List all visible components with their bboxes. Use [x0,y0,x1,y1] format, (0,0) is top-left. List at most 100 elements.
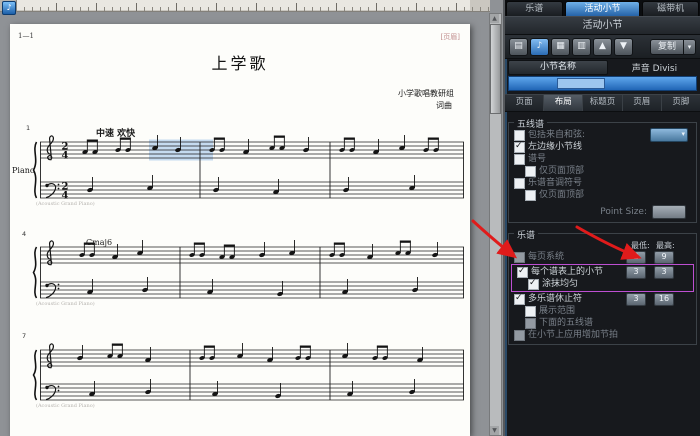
layout-subtab-bar: 页面 布局 标题页 页眉 页脚 [505,94,700,112]
tab-score[interactable]: 乐谱 [506,1,563,16]
system-brace [34,350,37,400]
checkbox[interactable] [514,330,525,341]
score-page: 2 4 2 4 [10,24,470,436]
notes[interactable] [79,240,439,297]
app-icon[interactable]: ♪ [2,1,16,15]
note-mode-button[interactable]: ♪ [530,38,549,56]
system-number-3: 7 [22,332,26,340]
notes[interactable] [77,343,424,399]
staff-lines [40,247,464,298]
score-system-1[interactable]: 2 4 2 4 [30,130,466,214]
measure-name-value[interactable] [557,78,605,89]
checkbox-row-top-of-page-only-2[interactable]: 仅页面顶部 [509,189,696,201]
checkbox-row-systems-per-page[interactable]: 每页系统 2 9 [509,251,696,263]
checkbox[interactable] [525,318,536,329]
min-value-input[interactable]: 2 [626,251,646,264]
measure-list-header: 小节名称 声音 Divisi [505,59,700,76]
max-value-input[interactable]: 16 [654,293,674,306]
copy-dropdown-caret-icon[interactable] [684,39,696,55]
instrument-label[interactable]: Piano [12,166,35,175]
treble-clef-icon [47,136,53,160]
checkbox-row-top-of-page-only[interactable]: 仅页面顶部 [509,165,696,177]
scrollbar-thumb[interactable] [490,24,501,114]
chord-symbol[interactable]: Cmaj6 [86,238,112,247]
checkbox-label: 下面的五线谱 [539,317,593,329]
instrument-sub-label: (Acoustic Grand Piano) [36,403,95,409]
checkbox-row-spread-evenly[interactable]: 涂抹均匀 [512,278,693,290]
copy-button[interactable]: 复制 [650,39,696,55]
checkbox-row-staff-below[interactable]: 下面的五线谱 [509,317,696,329]
checkbox[interactable] [514,178,525,189]
checkbox-label: 每页系统 [528,251,564,263]
measure-list-selected-row[interactable] [508,76,697,91]
subtab-footer[interactable]: 页脚 [662,95,700,111]
checkbox[interactable] [514,142,525,153]
checkbox-label: 每个谱表上的小节 [531,266,603,278]
instrument-sub-label: (Acoustic Grand Piano) [36,201,95,207]
move-down-button[interactable]: ▼ [614,38,633,56]
score-system-3[interactable] [30,338,466,416]
subtab-page[interactable]: 页面 [505,95,544,111]
score-title[interactable]: 上学歌 [10,50,470,74]
move-up-button[interactable]: ▲ [593,38,612,56]
measure-range-label: 1—1 [18,32,34,40]
measure-name-header[interactable]: 小节名称 [508,60,608,75]
voice-header: 声音 Divisi [612,61,697,74]
checkbox[interactable] [525,306,536,317]
panel-tab-bar: 乐谱 活动小节 磁带机 [505,0,700,16]
copy-button-label[interactable]: 复制 [650,39,684,55]
credit-line-1[interactable]: 小学歌唱教研组 [398,88,454,99]
point-size-input[interactable] [652,205,686,219]
checkbox-row-multimeasure-rests[interactable]: 多乐谱休止符 3 16 [509,293,696,305]
vertical-scrollbar[interactable]: ▲ ▼ [489,13,502,436]
checkbox[interactable] [514,130,525,141]
max-value-input[interactable]: 9 [654,251,674,264]
checkbox-label: 谱号 [528,153,546,165]
checkbox-row-left-edge-barline[interactable]: 左边缘小节线 [509,141,696,153]
checkbox-label: 左边缘小节线 [528,141,582,153]
scroll-up-icon[interactable]: ▲ [490,14,499,23]
horizontal-ruler [16,0,490,12]
checkbox-row-key-signature[interactable]: 乐谱音调符号 [509,177,696,189]
subtab-title-page[interactable]: 标题页 [583,95,622,111]
min-max-header-row: 最低: 最高: [509,240,696,251]
score-view: ♪ [0,0,505,436]
tab-active-measure[interactable]: 活动小节 [565,1,641,16]
treble-clef-icon [47,241,53,265]
grid-view-button[interactable]: ▦ [551,38,570,56]
max-value-input[interactable]: 3 [654,266,674,279]
columns-view-button[interactable]: ▥ [572,38,591,56]
staff-lines [40,350,464,400]
checkbox-label: 在小节上应用增加节拍 [528,329,618,341]
point-size-label: Point Size: [600,207,647,217]
checkbox-row-show-range[interactable]: 展示范围 [509,305,696,317]
staff-group-legend: 五线谱 [514,117,547,130]
barlines [41,350,464,400]
time-signature-bottom-bass: 4 [62,191,69,202]
subtab-layout[interactable]: 布局 [544,95,583,111]
right-panel: 乐谱 活动小节 磁带机 活动小节 ▤ ♪ ▦ ▥ ▲ ▼ 复制 小节名称 声音 … [505,0,700,436]
checkbox[interactable] [514,154,525,165]
list-view-button[interactable]: ▤ [509,38,528,56]
checkbox[interactable] [525,190,536,201]
checkbox[interactable] [514,252,525,263]
checkbox-row-apply-added-beats[interactable]: 在小节上应用增加节拍 [509,329,696,341]
measure-toolbar: ▤ ♪ ▦ ▥ ▲ ▼ 复制 [505,35,700,59]
checkbox[interactable] [514,294,525,305]
chord-source-dropdown[interactable] [650,128,688,142]
tab-tape-deck[interactable]: 磁带机 [642,1,699,16]
barlines [41,142,464,198]
checkbox-row-clef[interactable]: 谱号 [509,153,696,165]
credit-line-2[interactable]: 词曲 [436,100,452,111]
checkbox-row-include-chords[interactable]: 包括来自和弦: [509,129,696,141]
checkbox-row-measures-per-staff[interactable]: 每个谱表上的小节 3 3 [512,266,693,278]
subtab-header[interactable]: 页眉 [623,95,662,111]
min-value-input[interactable]: 3 [626,293,646,306]
checkbox[interactable] [528,279,539,290]
scroll-down-icon[interactable]: ▼ [490,426,499,435]
staff-lines [40,142,464,198]
tempo-marking[interactable]: 中速 欢快 [96,126,135,139]
checkbox[interactable] [517,267,528,278]
checkbox[interactable] [525,166,536,177]
min-value-input[interactable]: 3 [626,266,646,279]
